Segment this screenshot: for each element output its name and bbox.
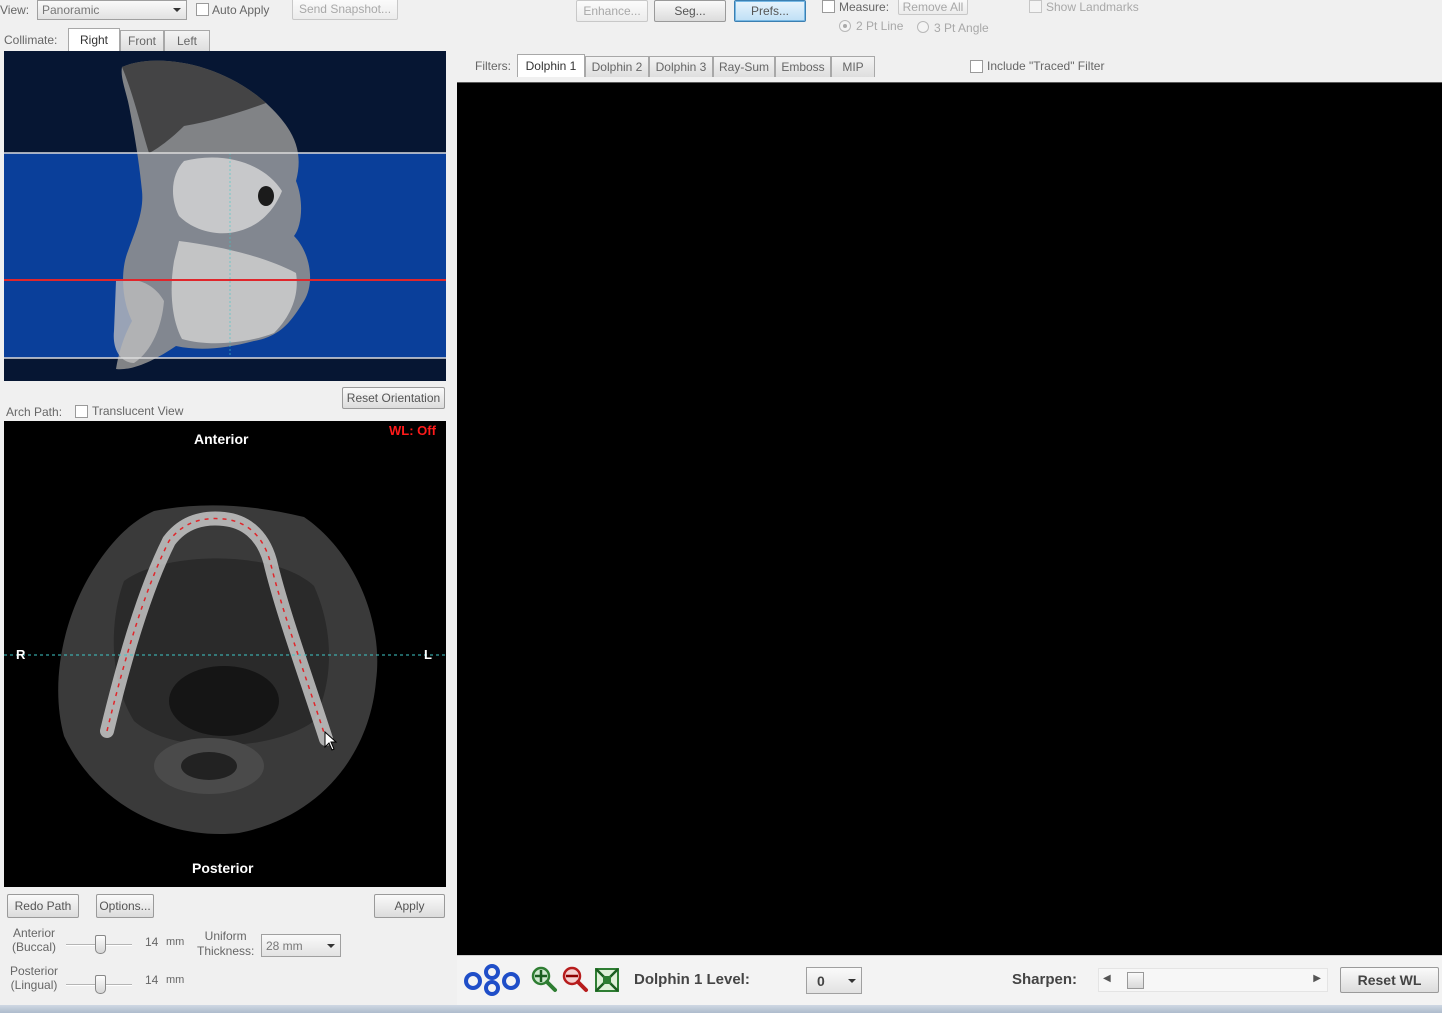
anterior-label: Anterior bbox=[194, 431, 249, 447]
anterior-slider-thumb[interactable] bbox=[95, 935, 106, 954]
tab-filter-mip[interactable]: MIP bbox=[831, 56, 875, 77]
chevron-down-icon bbox=[173, 8, 181, 12]
enhance-button[interactable]: Enhance... bbox=[576, 0, 648, 22]
collimate-label: Collimate: bbox=[4, 33, 58, 47]
tab-filter-dolphin-2[interactable]: Dolphin 2 bbox=[585, 56, 649, 77]
anterior-value: 14 bbox=[145, 935, 159, 949]
uniform-thickness-value: 28 mm bbox=[266, 938, 303, 953]
anterior-unit: mm bbox=[166, 936, 185, 948]
send-snapshot-button[interactable]: Send Snapshot... bbox=[292, 0, 398, 20]
tab-filter-dolphin-1[interactable]: Dolphin 1 bbox=[517, 54, 585, 77]
zoom-in-icon[interactable] bbox=[530, 965, 558, 993]
prefs-button[interactable]: Prefs... bbox=[734, 0, 806, 22]
right-orientation-label: R bbox=[16, 647, 26, 662]
sharpen-label: Sharpen: bbox=[1012, 971, 1078, 988]
three-pt-angle-label: 3 Pt Angle bbox=[934, 21, 989, 35]
axial-slice-image bbox=[4, 505, 446, 835]
reset-orientation-button[interactable]: Reset Orientation bbox=[342, 387, 445, 409]
options-button[interactable]: Options... bbox=[96, 894, 154, 918]
panoramic-viewport[interactable] bbox=[457, 82, 1442, 955]
sharpen-slider[interactable]: ◀ ▶ bbox=[1098, 968, 1328, 992]
three-pt-angle-radio[interactable] bbox=[917, 21, 929, 33]
posterior-label: Posterior bbox=[192, 860, 254, 876]
chevron-down-icon bbox=[848, 978, 856, 983]
level-value: 0 bbox=[817, 972, 825, 989]
seg-button[interactable]: Seg... bbox=[654, 0, 726, 22]
view-select[interactable]: Panoramic bbox=[37, 0, 187, 20]
translucent-view-checkbox[interactable] bbox=[75, 405, 88, 418]
redo-path-button[interactable]: Redo Path bbox=[7, 894, 79, 918]
mouse-cursor-icon bbox=[324, 731, 338, 751]
show-landmarks-checkbox[interactable] bbox=[1029, 0, 1042, 13]
axial-slice-viewport[interactable]: Anterior WL: Off R L Posterior bbox=[4, 421, 446, 887]
view-label: View: bbox=[0, 3, 30, 17]
posterior-slider-thumb[interactable] bbox=[95, 975, 106, 994]
tab-collimate-right[interactable]: Right bbox=[68, 28, 120, 51]
tab-filter-dolphin-3[interactable]: Dolphin 3 bbox=[649, 56, 713, 77]
zoom-out-icon[interactable] bbox=[561, 965, 589, 993]
taskbar-strip bbox=[0, 1005, 1442, 1013]
sharpen-slider-thumb[interactable] bbox=[1126, 972, 1144, 989]
volume-3d-viewport[interactable] bbox=[4, 51, 446, 381]
uniform-thickness-label: Uniform Thickness: bbox=[197, 929, 255, 958]
scroll-left-arrow-icon[interactable]: ◀ bbox=[1103, 973, 1111, 984]
posterior-lingual-label: Posterior (Lingual) bbox=[10, 964, 59, 992]
posterior-unit: mm bbox=[166, 974, 185, 986]
left-orientation-label: L bbox=[424, 647, 432, 662]
measure-checkbox[interactable] bbox=[822, 0, 835, 13]
filters-label: Filters: bbox=[475, 59, 511, 73]
two-pt-line-radio[interactable] bbox=[839, 20, 851, 32]
view-select-value: Panoramic bbox=[42, 3, 100, 17]
tab-filter-emboss[interactable]: Emboss bbox=[775, 56, 831, 77]
dolphin-logo-icon[interactable] bbox=[463, 958, 521, 998]
auto-apply-checkbox[interactable] bbox=[196, 3, 209, 16]
apply-button[interactable]: Apply bbox=[374, 894, 445, 918]
level-select[interactable]: 0 bbox=[806, 967, 862, 994]
fit-view-icon[interactable] bbox=[593, 966, 621, 994]
tab-collimate-left[interactable]: Left bbox=[164, 30, 210, 51]
auto-apply-label: Auto Apply bbox=[212, 3, 270, 17]
scroll-right-arrow-icon[interactable]: ▶ bbox=[1313, 973, 1321, 984]
skull-3d-render bbox=[4, 51, 446, 381]
wl-status: WL: Off bbox=[389, 423, 436, 438]
show-landmarks-label: Show Landmarks bbox=[1046, 0, 1139, 14]
anterior-buccal-label: Anterior (Buccal) bbox=[12, 926, 57, 954]
include-traced-label: Include "Traced" Filter bbox=[987, 59, 1105, 73]
tab-collimate-front[interactable]: Front bbox=[120, 30, 164, 51]
posterior-value: 14 bbox=[145, 973, 159, 987]
measure-label: Measure: bbox=[839, 0, 890, 14]
remove-all-button[interactable]: Remove All bbox=[898, 0, 968, 15]
include-traced-checkbox[interactable] bbox=[970, 60, 983, 73]
uniform-thickness-select[interactable]: 28 mm bbox=[261, 934, 341, 957]
arch-path-label: Arch Path: bbox=[6, 405, 63, 419]
tab-filter-ray-sum[interactable]: Ray-Sum bbox=[713, 56, 775, 77]
translucent-view-label: Translucent View bbox=[92, 404, 184, 418]
two-pt-line-label: 2 Pt Line bbox=[856, 19, 904, 33]
chevron-down-icon bbox=[327, 943, 335, 948]
reset-wl-button[interactable]: Reset WL bbox=[1340, 967, 1439, 993]
level-label: Dolphin 1 Level: bbox=[634, 971, 750, 988]
